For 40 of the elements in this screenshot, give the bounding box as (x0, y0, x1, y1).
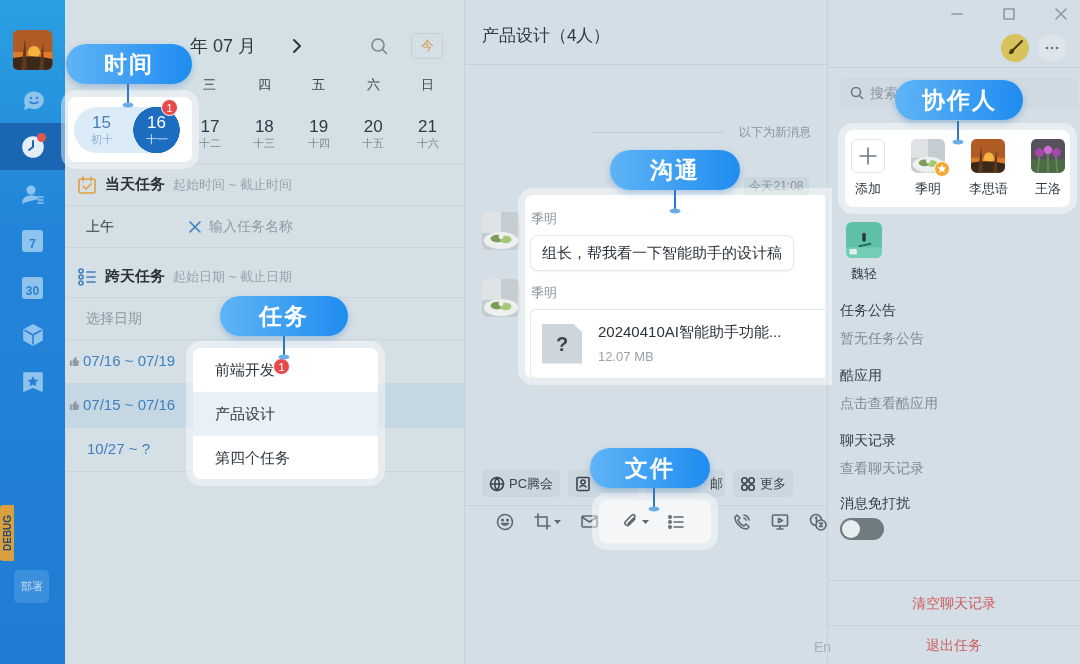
section-title: 酷应用 (840, 365, 883, 385)
chat-title: 产品设计（4人） (482, 25, 611, 48)
column-header: 选择日期 (86, 309, 142, 328)
weekday-label: 六 (365, 76, 381, 95)
timestamp: 今天21:08 (744, 177, 809, 195)
file-name: 20240410AI智能助手功能... (598, 322, 782, 342)
member-name: 李思语 (968, 179, 1008, 198)
calendar-icon: 7 (22, 229, 43, 252)
section-title: 任务公告 (840, 300, 897, 320)
member-name: 添加 (855, 179, 881, 198)
member-name: 魏轻 (851, 265, 877, 283)
file-size: 12.07 MB (598, 347, 655, 366)
sender-name: 季明 (531, 210, 558, 228)
callout-tooltip: 协作人 (895, 80, 1023, 120)
section-title: 聊天记录 (840, 430, 897, 450)
member-name: 王洛 (1035, 179, 1061, 198)
member-name: 季明 (915, 179, 941, 198)
weekday-label: 四 (256, 76, 272, 95)
message-bubble: 组长，帮我看一下智能助手的设计稿 (530, 234, 794, 271)
month-title: 年 07 月 (190, 34, 257, 58)
count-badge: 1 (273, 357, 290, 375)
weekday-label: 五 (311, 76, 327, 95)
callout-tooltip: 文件 (590, 448, 710, 488)
callout-tooltip: 任务 (220, 296, 348, 336)
date-range: 07/15 ~ 07/16 (83, 395, 176, 416)
calendar-icon: 30 (22, 276, 43, 299)
weekday-label: 日 (420, 76, 436, 95)
period-label: 上午 (86, 217, 115, 236)
date-range: 07/16 ~ 07/19 (83, 351, 176, 372)
section-title: 跨天任务 (105, 266, 165, 287)
count-badge: 1 (161, 98, 178, 116)
weekday-label: 三 (202, 76, 218, 95)
new-messages-divider: 以下为新消息 (739, 124, 811, 141)
callout-tooltip: 沟通 (610, 150, 740, 190)
file-icon: ? (542, 323, 582, 364)
debug-tag: DEBUG (0, 505, 14, 561)
sender-name: 季明 (531, 284, 558, 302)
date-range: 10/27 ~ ? (87, 439, 150, 460)
setting-label: 消息免打扰 (840, 493, 911, 513)
section-title: 当天任务 (105, 174, 165, 195)
